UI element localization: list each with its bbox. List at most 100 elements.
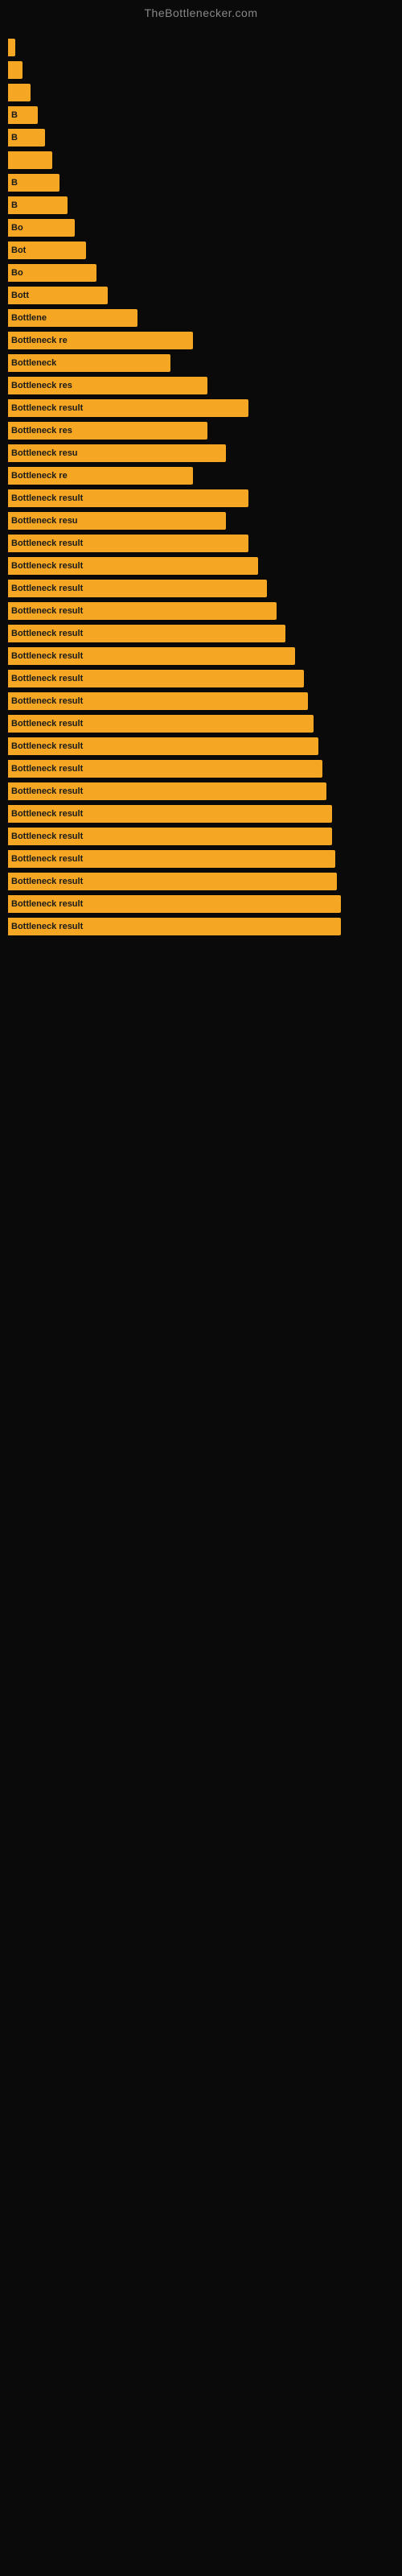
- bars-container: BBBBBoBotBoBottBottleneBottleneck reBott…: [0, 23, 402, 948]
- bar-25: Bottleneck result: [8, 602, 277, 620]
- bar-label-3: B: [11, 110, 18, 120]
- bar-label-10: Bo: [11, 268, 23, 278]
- bar-15: Bottleneck res: [8, 377, 207, 394]
- bar-label-28: Bottleneck result: [11, 674, 83, 683]
- site-title: TheBottlenecker.com: [0, 0, 402, 23]
- bar-row: Bottleneck resu: [8, 444, 394, 462]
- bar-row: Bottleneck re: [8, 467, 394, 485]
- bar-row: Bottleneck result: [8, 580, 394, 597]
- bar-11: Bott: [8, 287, 108, 304]
- bar-label-13: Bottleneck re: [11, 336, 68, 345]
- bar-row: B: [8, 196, 394, 214]
- bar-label-18: Bottleneck resu: [11, 448, 78, 458]
- bar-27: Bottleneck result: [8, 647, 295, 665]
- bar-19: Bottleneck re: [8, 467, 193, 485]
- bar-row: Bot: [8, 242, 394, 259]
- bar-row: B: [8, 129, 394, 147]
- bar-row: [8, 84, 394, 101]
- bar-3: B: [8, 106, 38, 124]
- bar-row: Bottleneck result: [8, 692, 394, 710]
- bar-row: Bott: [8, 287, 394, 304]
- bar-row: [8, 61, 394, 79]
- bar-35: Bottleneck result: [8, 828, 332, 845]
- bar-label-6: B: [11, 178, 18, 188]
- bar-label-16: Bottleneck result: [11, 403, 83, 413]
- bar-row: Bottleneck result: [8, 805, 394, 823]
- bar-26: Bottleneck result: [8, 625, 285, 642]
- bar-31: Bottleneck result: [8, 737, 318, 755]
- bar-23: Bottleneck result: [8, 557, 258, 575]
- bar-row: B: [8, 106, 394, 124]
- bar-label-12: Bottlene: [11, 313, 47, 323]
- bar-row: Bottleneck result: [8, 602, 394, 620]
- bar-row: Bottleneck resu: [8, 512, 394, 530]
- bar-label-14: Bottleneck: [11, 358, 56, 368]
- bar-row: Bottleneck: [8, 354, 394, 372]
- bar-9: Bot: [8, 242, 86, 259]
- bar-label-25: Bottleneck result: [11, 606, 83, 616]
- bar-label-37: Bottleneck result: [11, 877, 83, 886]
- bar-row: Bottleneck result: [8, 625, 394, 642]
- bar-label-29: Bottleneck result: [11, 696, 83, 706]
- bar-row: [8, 39, 394, 56]
- bar-row: Bottleneck result: [8, 737, 394, 755]
- bar-row: Bottlene: [8, 309, 394, 327]
- bar-row: Bottleneck res: [8, 377, 394, 394]
- bar-34: Bottleneck result: [8, 805, 332, 823]
- bar-row: Bo: [8, 264, 394, 282]
- bar-row: Bottleneck result: [8, 760, 394, 778]
- bar-row: Bottleneck result: [8, 557, 394, 575]
- bar-row: Bottleneck result: [8, 399, 394, 417]
- bar-10: Bo: [8, 264, 96, 282]
- bar-22: Bottleneck result: [8, 535, 248, 552]
- bar-label-30: Bottleneck result: [11, 719, 83, 729]
- bar-16: Bottleneck result: [8, 399, 248, 417]
- bar-label-23: Bottleneck result: [11, 561, 83, 571]
- bar-row: Bottleneck result: [8, 850, 394, 868]
- bar-13: Bottleneck re: [8, 332, 193, 349]
- bar-5: [8, 151, 52, 169]
- bar-38: Bottleneck result: [8, 895, 341, 913]
- bar-row: Bottleneck result: [8, 670, 394, 687]
- bar-row: Bottleneck result: [8, 782, 394, 800]
- bar-36: Bottleneck result: [8, 850, 335, 868]
- bar-label-38: Bottleneck result: [11, 899, 83, 909]
- bar-label-17: Bottleneck res: [11, 426, 72, 436]
- bar-label-26: Bottleneck result: [11, 629, 83, 638]
- bar-33: Bottleneck result: [8, 782, 326, 800]
- bar-label-35: Bottleneck result: [11, 832, 83, 841]
- bar-39: Bottleneck result: [8, 918, 341, 935]
- bar-label-39: Bottleneck result: [11, 922, 83, 931]
- bar-row: Bottleneck result: [8, 489, 394, 507]
- bar-label-36: Bottleneck result: [11, 854, 83, 864]
- bar-label-19: Bottleneck re: [11, 471, 68, 481]
- bar-30: Bottleneck result: [8, 715, 314, 733]
- bar-row: Bottleneck result: [8, 895, 394, 913]
- bar-28: Bottleneck result: [8, 670, 304, 687]
- bar-row: Bottleneck result: [8, 918, 394, 935]
- bar-18: Bottleneck resu: [8, 444, 226, 462]
- bar-6: B: [8, 174, 59, 192]
- bar-label-33: Bottleneck result: [11, 786, 83, 796]
- bar-24: Bottleneck result: [8, 580, 267, 597]
- bar-8: Bo: [8, 219, 75, 237]
- bar-29: Bottleneck result: [8, 692, 308, 710]
- bar-label-11: Bott: [11, 291, 29, 300]
- bar-label-15: Bottleneck res: [11, 381, 72, 390]
- bar-row: [8, 151, 394, 169]
- bar-2: [8, 84, 31, 101]
- bar-row: Bottleneck res: [8, 422, 394, 440]
- bar-label-9: Bot: [11, 246, 26, 255]
- bar-label-34: Bottleneck result: [11, 809, 83, 819]
- bar-32: Bottleneck result: [8, 760, 322, 778]
- bar-label-21: Bottleneck resu: [11, 516, 78, 526]
- bar-12: Bottlene: [8, 309, 137, 327]
- bar-label-32: Bottleneck result: [11, 764, 83, 774]
- bar-37: Bottleneck result: [8, 873, 337, 890]
- bar-label-22: Bottleneck result: [11, 539, 83, 548]
- bar-4: B: [8, 129, 45, 147]
- bar-label-31: Bottleneck result: [11, 741, 83, 751]
- bar-21: Bottleneck resu: [8, 512, 226, 530]
- bar-17: Bottleneck res: [8, 422, 207, 440]
- bar-7: B: [8, 196, 68, 214]
